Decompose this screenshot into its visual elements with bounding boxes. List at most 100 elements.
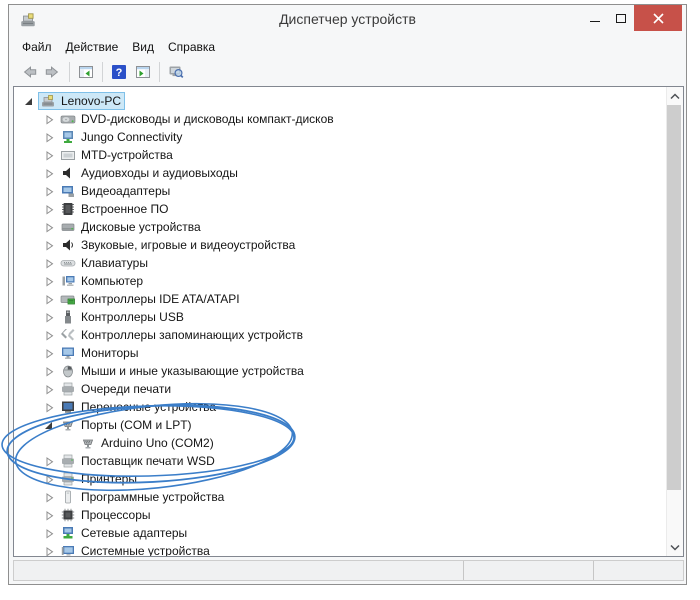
dvd-drive-icon — [60, 115, 76, 124]
expand-toggle[interactable] — [44, 221, 56, 233]
expand-toggle[interactable] — [44, 275, 56, 287]
tree-item-video-adapters[interactable]: Видеоадаптеры — [14, 182, 683, 200]
tree-item-mtd-devices[interactable]: MTD-устройства — [14, 146, 683, 164]
tree-item-content: Мониторы — [58, 344, 142, 362]
tree-item-content: Поставщик печати WSD — [58, 452, 219, 470]
expand-toggle[interactable] — [44, 293, 56, 305]
expand-toggle[interactable] — [44, 185, 56, 197]
printer-icon — [62, 472, 74, 486]
menu-help[interactable]: Справка — [161, 37, 222, 57]
tree-item-sound-game-video[interactable]: Звуковые, игровые и видеоустройства — [14, 236, 683, 254]
expand-toggle[interactable] — [44, 527, 56, 539]
expand-toggle[interactable] — [44, 473, 56, 485]
tree-item-content: Программные устройства — [58, 488, 228, 506]
tree-item-processors[interactable]: Процессоры — [14, 506, 683, 524]
toolbar-scan-hardware-button[interactable] — [164, 60, 188, 84]
menu-view[interactable]: Вид — [125, 37, 161, 57]
tree-item-content: Jungo Connectivity — [58, 128, 186, 146]
expand-toggle[interactable] — [44, 401, 56, 413]
monitor-icon — [62, 347, 74, 359]
tree-item-content: MTD-устройства — [58, 146, 177, 164]
toolbar-action-pane-button[interactable] — [131, 60, 155, 84]
serial-port-icon — [62, 421, 74, 431]
toolbar-show-console-tree-button[interactable] — [74, 60, 98, 84]
menu-file[interactable]: Файл — [15, 37, 59, 57]
collapsed-arrow-icon — [46, 384, 54, 395]
tree-item-usb-controllers[interactable]: Контроллеры USB — [14, 308, 683, 326]
device-manager-window: Диспетчер устройств Файл Действие Вид Справ… — [1, 4, 687, 585]
tree-item-storage-controllers[interactable]: Контроллеры запоминающих устройств — [14, 326, 683, 344]
vertical-scrollbar[interactable] — [666, 87, 683, 556]
tree-item-print-queues[interactable]: Очереди печати — [14, 380, 683, 398]
expand-toggle[interactable] — [44, 239, 56, 251]
expand-toggle — [64, 437, 76, 449]
tree-item-arduino-uno-com2[interactable]: Arduino Uno (COM2) — [14, 434, 683, 452]
toolbar-help-button[interactable]: ? — [107, 60, 131, 84]
expand-toggle[interactable] — [44, 311, 56, 323]
expand-toggle[interactable] — [44, 419, 56, 431]
collapsed-arrow-icon — [46, 366, 54, 377]
expand-toggle[interactable] — [44, 365, 56, 377]
tree-item-audio-io[interactable]: Аудиовходы и аудиовыходы — [14, 164, 683, 182]
collapsed-arrow-icon — [46, 258, 54, 269]
collapsed-arrow-icon — [46, 132, 54, 143]
expand-toggle[interactable] — [44, 509, 56, 521]
toolbar-back-button[interactable] — [17, 60, 41, 84]
expand-toggle[interactable] — [24, 95, 36, 107]
scroll-down-icon[interactable] — [667, 539, 683, 556]
tree-item-label: Системные устройства — [81, 544, 210, 557]
tree-item-jungo-connectivity[interactable]: Jungo Connectivity — [14, 128, 683, 146]
expand-toggle[interactable] — [44, 455, 56, 467]
tree-item-content: Компьютер — [58, 272, 147, 290]
tree-item-system-devices[interactable]: Системные устройства — [14, 542, 683, 557]
tree-item-firmware[interactable]: Встроенное ПО — [14, 200, 683, 218]
tree-item-label: Поставщик печати WSD — [81, 454, 215, 468]
scrollbar-thumb[interactable] — [667, 105, 681, 490]
tree-item-portable-devices[interactable]: Переносные устройства — [14, 398, 683, 416]
computer-icon — [42, 95, 54, 107]
menu-action[interactable]: Действие — [59, 37, 126, 57]
collapsed-arrow-icon — [46, 456, 54, 467]
expand-toggle[interactable] — [44, 383, 56, 395]
tree-item-lenovo-pc[interactable]: Lenovo-PC — [14, 92, 683, 110]
tree-item-content: Принтеры — [58, 470, 141, 488]
tree-item-monitors[interactable]: Мониторы — [14, 344, 683, 362]
tree-item-software-devices[interactable]: Программные устройства — [14, 488, 683, 506]
display-adapter-icon — [62, 186, 74, 197]
expand-toggle[interactable] — [44, 149, 56, 161]
tree-item-ide-controllers[interactable]: Контроллеры IDE ATA/ATAPI — [14, 290, 683, 308]
expand-toggle[interactable] — [44, 545, 56, 556]
expand-toggle[interactable] — [44, 113, 56, 125]
scroll-up-icon[interactable] — [667, 87, 683, 104]
tree-item-content: Очереди печати — [58, 380, 175, 398]
tree-item-computer[interactable]: Компьютер — [14, 272, 683, 290]
tree-item-dvd-drives[interactable]: DVD-дисководы и дисководы компакт-дисков — [14, 110, 683, 128]
tree-item-label: Очереди печати — [81, 382, 172, 396]
help-icon: ? — [112, 65, 126, 79]
maximize-button[interactable] — [608, 5, 634, 31]
collapsed-arrow-icon — [46, 492, 54, 503]
close-button[interactable] — [634, 5, 682, 31]
expand-toggle[interactable] — [44, 329, 56, 341]
tree-item-network-adapters[interactable]: Сетевые адаптеры — [14, 524, 683, 542]
tree-item-disk-devices[interactable]: Дисковые устройства — [14, 218, 683, 236]
computer-small-icon — [62, 276, 75, 286]
tree-item-printers[interactable]: Принтеры — [14, 470, 683, 488]
tree-item-mice[interactable]: Мыши и иные указывающие устройства — [14, 362, 683, 380]
tree-item-label: DVD-дисководы и дисководы компакт-дисков — [81, 112, 334, 126]
ide-controller-icon — [60, 295, 75, 305]
expand-toggle[interactable] — [44, 347, 56, 359]
tree-item-keyboards[interactable]: Клавиатуры — [14, 254, 683, 272]
expand-toggle[interactable] — [44, 491, 56, 503]
tree-item-ports-com-lpt[interactable]: Порты (COM и LPT) — [14, 416, 683, 434]
expand-toggle[interactable] — [44, 167, 56, 179]
expand-toggle[interactable] — [44, 131, 56, 143]
minimize-button[interactable] — [582, 5, 608, 31]
toolbar-forward-button[interactable] — [41, 60, 65, 84]
collapsed-arrow-icon — [46, 150, 54, 161]
tree-item-label: Видеоадаптеры — [81, 184, 171, 198]
expand-toggle[interactable] — [44, 257, 56, 269]
tree-item-wsd-print-provider[interactable]: Поставщик печати WSD — [14, 452, 683, 470]
tree-item-label: Сетевые адаптеры — [81, 526, 188, 540]
expand-toggle[interactable] — [44, 203, 56, 215]
